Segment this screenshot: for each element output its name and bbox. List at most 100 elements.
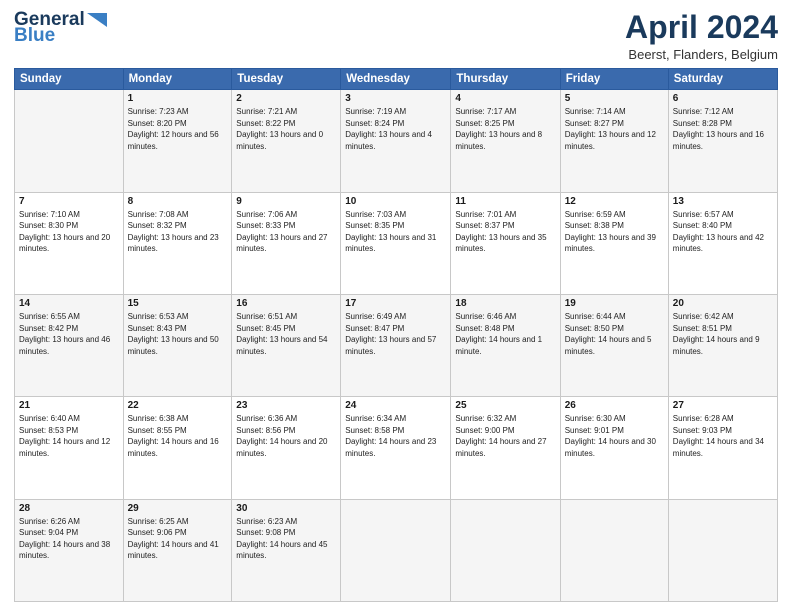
table-cell: 14 Sunrise: 6:55 AM Sunset: 8:42 PM Dayli…	[15, 294, 124, 396]
col-thursday: Thursday	[451, 69, 560, 90]
table-cell	[560, 499, 668, 601]
calendar: Sunday Monday Tuesday Wednesday Thursday…	[14, 68, 778, 602]
subtitle: Beerst, Flanders, Belgium	[625, 47, 778, 62]
table-cell: 12 Sunrise: 6:59 AM Sunset: 8:38 PM Dayli…	[560, 192, 668, 294]
day-detail: Sunrise: 7:01 AM Sunset: 8:37 PM Dayligh…	[455, 209, 555, 255]
day-detail: Sunrise: 6:57 AM Sunset: 8:40 PM Dayligh…	[673, 209, 773, 255]
table-cell: 3 Sunrise: 7:19 AM Sunset: 8:24 PM Daylig…	[341, 90, 451, 192]
day-number: 11	[455, 196, 555, 207]
table-cell: 1 Sunrise: 7:23 AM Sunset: 8:20 PM Daylig…	[123, 90, 232, 192]
table-cell: 8 Sunrise: 7:08 AM Sunset: 8:32 PM Daylig…	[123, 192, 232, 294]
table-cell: 4 Sunrise: 7:17 AM Sunset: 8:25 PM Daylig…	[451, 90, 560, 192]
table-cell	[15, 90, 124, 192]
day-number: 1	[128, 93, 228, 104]
day-detail: Sunrise: 6:36 AM Sunset: 8:56 PM Dayligh…	[236, 413, 336, 459]
day-detail: Sunrise: 7:19 AM Sunset: 8:24 PM Dayligh…	[345, 106, 446, 152]
day-detail: Sunrise: 6:38 AM Sunset: 8:55 PM Dayligh…	[128, 413, 228, 459]
day-detail: Sunrise: 7:08 AM Sunset: 8:32 PM Dayligh…	[128, 209, 228, 255]
calendar-header-row: Sunday Monday Tuesday Wednesday Thursday…	[15, 69, 778, 90]
day-number: 10	[345, 196, 446, 207]
day-number: 25	[455, 400, 555, 411]
logo-flag-icon	[87, 13, 109, 27]
day-number: 9	[236, 196, 336, 207]
day-detail: Sunrise: 6:26 AM Sunset: 9:04 PM Dayligh…	[19, 516, 119, 562]
day-number: 3	[345, 93, 446, 104]
page: General Blue April 2024 Beerst, Flanders…	[0, 0, 792, 612]
day-number: 24	[345, 400, 446, 411]
table-cell	[341, 499, 451, 601]
table-cell: 25 Sunrise: 6:32 AM Sunset: 9:00 PM Dayli…	[451, 397, 560, 499]
day-detail: Sunrise: 6:42 AM Sunset: 8:51 PM Dayligh…	[673, 311, 773, 357]
table-cell: 15 Sunrise: 6:53 AM Sunset: 8:43 PM Dayli…	[123, 294, 232, 396]
day-detail: Sunrise: 6:40 AM Sunset: 8:53 PM Dayligh…	[19, 413, 119, 459]
table-cell: 6 Sunrise: 7:12 AM Sunset: 8:28 PM Daylig…	[668, 90, 777, 192]
day-number: 26	[565, 400, 664, 411]
day-detail: Sunrise: 6:53 AM Sunset: 8:43 PM Dayligh…	[128, 311, 228, 357]
day-detail: Sunrise: 6:30 AM Sunset: 9:01 PM Dayligh…	[565, 413, 664, 459]
table-cell: 19 Sunrise: 6:44 AM Sunset: 8:50 PM Dayli…	[560, 294, 668, 396]
table-cell: 29Sunrise: 6:25 AM Sunset: 9:06 PM Dayli…	[123, 499, 232, 601]
day-detail: Sunrise: 7:23 AM Sunset: 8:20 PM Dayligh…	[128, 106, 228, 152]
day-number: 6	[673, 93, 773, 104]
day-detail: Sunrise: 6:46 AM Sunset: 8:48 PM Dayligh…	[455, 311, 555, 357]
day-detail: Sunrise: 6:44 AM Sunset: 8:50 PM Dayligh…	[565, 311, 664, 357]
day-number: 4	[455, 93, 555, 104]
table-cell: 5 Sunrise: 7:14 AM Sunset: 8:27 PM Daylig…	[560, 90, 668, 192]
day-number: 2	[236, 93, 336, 104]
table-cell: 2 Sunrise: 7:21 AM Sunset: 8:22 PM Daylig…	[232, 90, 341, 192]
day-number: 21	[19, 400, 119, 411]
col-monday: Monday	[123, 69, 232, 90]
day-detail: Sunrise: 7:10 AM Sunset: 8:30 PM Dayligh…	[19, 209, 119, 255]
day-detail: Sunrise: 6:51 AM Sunset: 8:45 PM Dayligh…	[236, 311, 336, 357]
day-number: 19	[565, 298, 664, 309]
day-number: 22	[128, 400, 228, 411]
table-cell: 30Sunrise: 6:23 AM Sunset: 9:08 PM Dayli…	[232, 499, 341, 601]
week-row-4: 21 Sunrise: 6:40 AM Sunset: 8:53 PM Dayli…	[15, 397, 778, 499]
week-row-2: 7Sunrise: 7:10 AM Sunset: 8:30 PM Daylig…	[15, 192, 778, 294]
table-cell: 21 Sunrise: 6:40 AM Sunset: 8:53 PM Dayli…	[15, 397, 124, 499]
week-row-3: 14 Sunrise: 6:55 AM Sunset: 8:42 PM Dayli…	[15, 294, 778, 396]
day-number: 27	[673, 400, 773, 411]
day-number: 13	[673, 196, 773, 207]
col-sunday: Sunday	[15, 69, 124, 90]
week-row-5: 28 Sunrise: 6:26 AM Sunset: 9:04 PM Dayli…	[15, 499, 778, 601]
table-cell: 27Sunrise: 6:28 AM Sunset: 9:03 PM Dayli…	[668, 397, 777, 499]
table-cell: 20 Sunrise: 6:42 AM Sunset: 8:51 PM Dayli…	[668, 294, 777, 396]
day-detail: Sunrise: 7:12 AM Sunset: 8:28 PM Dayligh…	[673, 106, 773, 152]
table-cell	[668, 499, 777, 601]
col-saturday: Saturday	[668, 69, 777, 90]
table-cell: 13 Sunrise: 6:57 AM Sunset: 8:40 PM Dayli…	[668, 192, 777, 294]
day-detail: Sunrise: 7:17 AM Sunset: 8:25 PM Dayligh…	[455, 106, 555, 152]
table-cell	[451, 499, 560, 601]
day-detail: Sunrise: 7:14 AM Sunset: 8:27 PM Dayligh…	[565, 106, 664, 152]
day-detail: Sunrise: 6:55 AM Sunset: 8:42 PM Dayligh…	[19, 311, 119, 357]
day-number: 18	[455, 298, 555, 309]
main-title: April 2024	[625, 10, 778, 45]
day-number: 28	[19, 503, 119, 514]
day-detail: Sunrise: 6:59 AM Sunset: 8:38 PM Dayligh…	[565, 209, 664, 255]
day-number: 15	[128, 298, 228, 309]
day-number: 30	[236, 503, 336, 514]
table-cell: 10 Sunrise: 7:03 AM Sunset: 8:35 PM Dayli…	[341, 192, 451, 294]
day-detail: Sunrise: 6:49 AM Sunset: 8:47 PM Dayligh…	[345, 311, 446, 357]
day-number: 5	[565, 93, 664, 104]
day-number: 8	[128, 196, 228, 207]
col-tuesday: Tuesday	[232, 69, 341, 90]
table-cell: 9 Sunrise: 7:06 AM Sunset: 8:33 PM Daylig…	[232, 192, 341, 294]
day-number: 14	[19, 298, 119, 309]
day-detail: Sunrise: 7:03 AM Sunset: 8:35 PM Dayligh…	[345, 209, 446, 255]
day-number: 12	[565, 196, 664, 207]
table-cell: 17 Sunrise: 6:49 AM Sunset: 8:47 PM Dayli…	[341, 294, 451, 396]
day-detail: Sunrise: 7:21 AM Sunset: 8:22 PM Dayligh…	[236, 106, 336, 152]
day-number: 16	[236, 298, 336, 309]
day-detail: Sunrise: 6:32 AM Sunset: 9:00 PM Dayligh…	[455, 413, 555, 459]
day-number: 20	[673, 298, 773, 309]
day-detail: Sunrise: 7:06 AM Sunset: 8:33 PM Dayligh…	[236, 209, 336, 255]
header: General Blue April 2024 Beerst, Flanders…	[14, 10, 778, 62]
day-detail: Sunrise: 6:25 AM Sunset: 9:06 PM Dayligh…	[128, 516, 228, 562]
week-row-1: 1 Sunrise: 7:23 AM Sunset: 8:20 PM Daylig…	[15, 90, 778, 192]
logo: General Blue	[14, 10, 109, 45]
day-number: 17	[345, 298, 446, 309]
table-cell: 18 Sunrise: 6:46 AM Sunset: 8:48 PM Dayli…	[451, 294, 560, 396]
col-wednesday: Wednesday	[341, 69, 451, 90]
